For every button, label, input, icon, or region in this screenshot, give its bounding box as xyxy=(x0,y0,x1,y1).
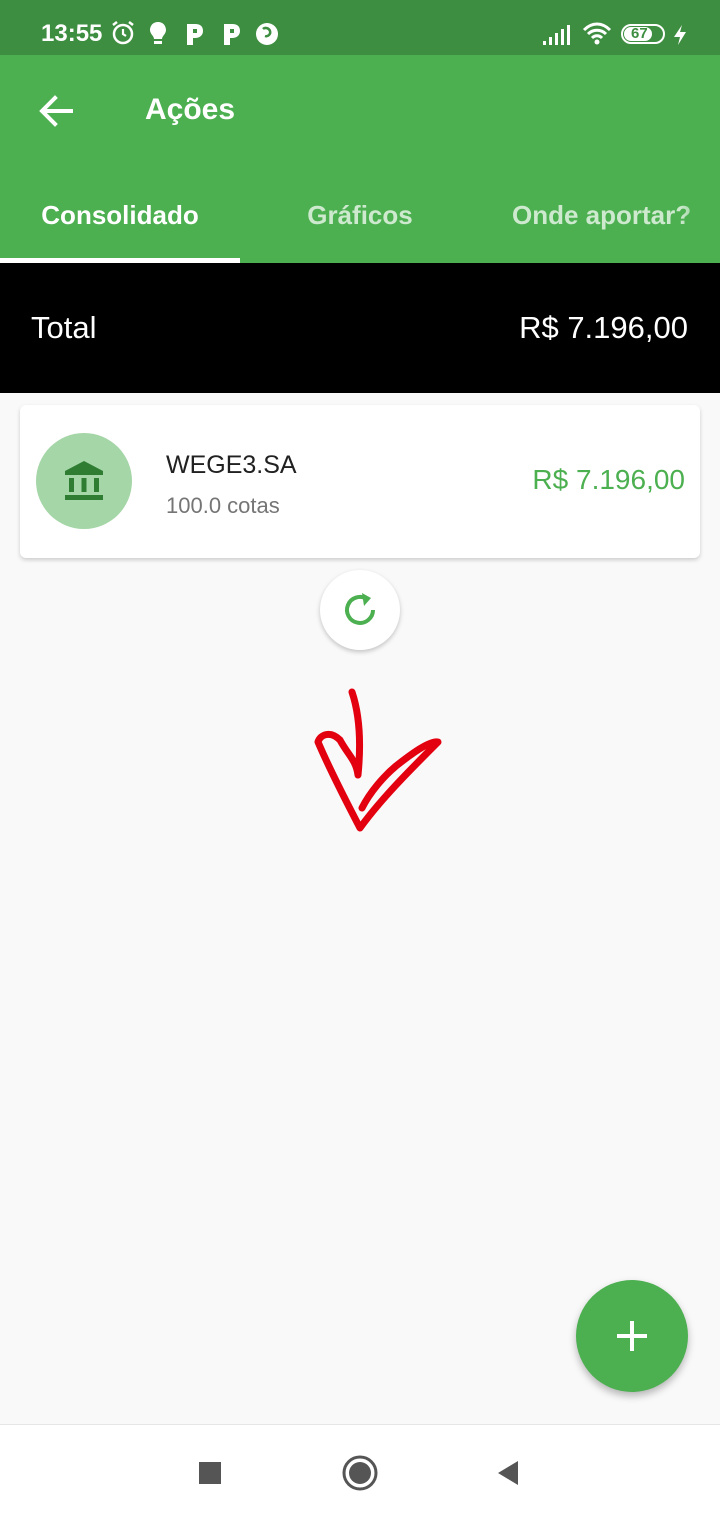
battery-icon: 67 xyxy=(621,24,665,44)
holding-quantity: 100.0 cotas xyxy=(166,493,280,518)
bulb-icon xyxy=(150,22,166,44)
add-button[interactable] xyxy=(576,1280,688,1392)
tab-fade xyxy=(680,173,720,257)
alarm-icon xyxy=(112,21,134,45)
status-bar: 13:55 67 xyxy=(0,0,720,55)
tab-onde-aportar[interactable]: Onde aportar? xyxy=(480,173,720,257)
holding-avatar xyxy=(36,433,132,529)
refresh-icon xyxy=(345,593,375,625)
recents-square-icon xyxy=(199,1462,221,1484)
back-button[interactable] xyxy=(24,79,88,143)
status-time: 13:55 xyxy=(41,20,103,47)
tab-bar: Consolidado Gráficos Onde aportar? xyxy=(0,173,720,263)
screen: 13:55 67 Ações Consolidado Gráficos Onde… xyxy=(0,0,720,1520)
back-triangle-icon xyxy=(498,1461,518,1485)
holding-ticker: WEGE3.SA xyxy=(166,451,297,479)
recents-button[interactable] xyxy=(184,1447,236,1499)
tab-label: Consolidado xyxy=(41,199,199,230)
tab-graficos[interactable]: Gráficos xyxy=(240,173,480,257)
battery-level: 67 xyxy=(631,25,648,42)
total-summary: Total R$ 7.196,00 xyxy=(0,263,720,393)
refresh-button[interactable] xyxy=(320,570,400,650)
total-label: Total xyxy=(31,310,97,345)
home-circle-icon xyxy=(342,1455,378,1491)
page-title: Ações xyxy=(145,93,236,126)
charging-icon xyxy=(674,25,686,45)
bank-icon xyxy=(65,461,103,500)
total-value: R$ 7.196,00 xyxy=(519,310,688,345)
p-app-icon xyxy=(187,24,203,45)
tab-consolidado[interactable]: Consolidado xyxy=(0,173,240,257)
p-app-icon xyxy=(224,24,240,45)
signal-icon xyxy=(543,25,570,45)
annotation-arrow-icon xyxy=(314,688,442,832)
wifi-icon xyxy=(582,22,612,45)
arrow-left-icon xyxy=(39,95,73,127)
plus-icon xyxy=(617,1321,647,1351)
holding-card[interactable]: WEGE3.SA 100.0 cotas R$ 7.196,00 xyxy=(20,405,700,558)
tab-label: Onde aportar? xyxy=(512,199,692,230)
system-nav-bar xyxy=(0,1424,720,1520)
tab-label: Gráficos xyxy=(307,199,413,230)
home-button[interactable] xyxy=(334,1447,386,1499)
app-bar: Ações Consolidado Gráficos Onde aportar? xyxy=(0,55,720,263)
firefox-icon xyxy=(256,23,278,45)
back-nav-button[interactable] xyxy=(482,1447,534,1499)
holding-value: R$ 7.196,00 xyxy=(532,464,685,495)
